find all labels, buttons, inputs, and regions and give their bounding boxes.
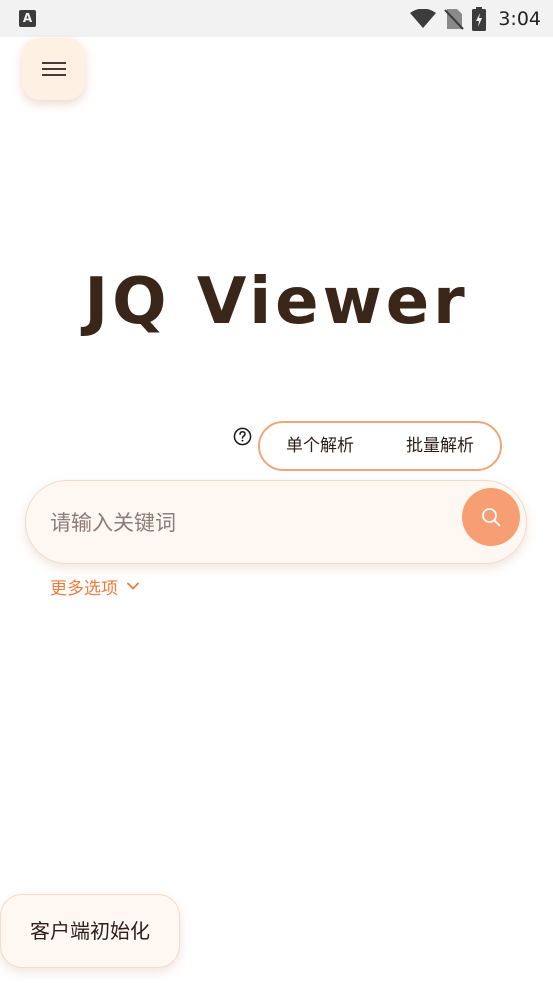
search-button[interactable] <box>462 488 520 546</box>
hamburger-menu-icon <box>41 62 66 76</box>
search-box <box>25 480 527 564</box>
batch-parse-option[interactable]: 批量解析 <box>406 423 474 469</box>
single-parse-option[interactable]: 单个解析 <box>286 423 354 469</box>
status-bar: A 3:04 <box>0 0 553 37</box>
search-input[interactable] <box>48 495 452 551</box>
battery-charging-icon <box>472 6 487 31</box>
search-icon <box>482 508 501 527</box>
chevron-down-icon <box>127 582 139 590</box>
status-icons: 3:04 <box>410 0 541 37</box>
app-notification-icon: A <box>19 10 36 27</box>
app-title: JQ Viewer <box>84 265 469 339</box>
client-init-button[interactable]: 客户端初始化 <box>0 894 180 968</box>
no-sim-icon <box>444 8 465 30</box>
more-options-toggle[interactable]: 更多选项 <box>50 574 140 599</box>
status-time: 3:04 <box>498 7 541 30</box>
wifi-icon <box>410 8 437 28</box>
more-options-label: 更多选项 <box>50 578 118 599</box>
menu-button[interactable] <box>22 38 85 100</box>
help-circle-icon[interactable] <box>233 427 252 446</box>
parse-mode-toggle: 单个解析 批量解析 <box>258 421 502 471</box>
